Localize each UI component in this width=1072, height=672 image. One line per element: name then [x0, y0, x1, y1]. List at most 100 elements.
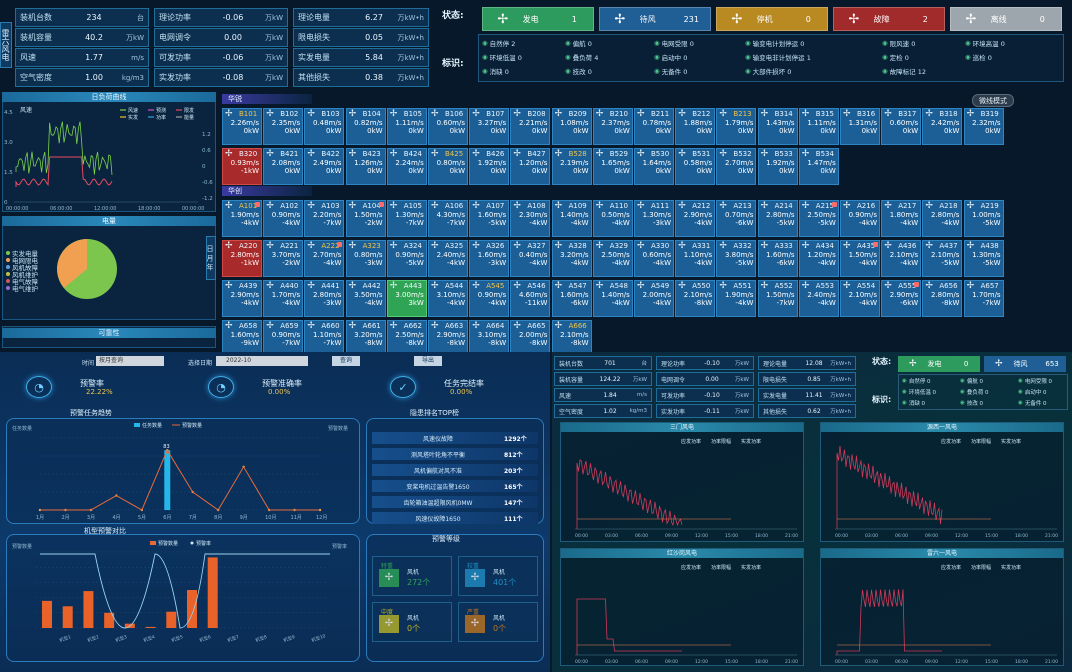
- top-item[interactable]: 风速仪故障 1292个: [372, 432, 538, 444]
- turbine-cell[interactable]: ✢ A332 3.80m/s -5kW: [716, 240, 757, 277]
- turbine-cell[interactable]: ✢ A216 0.90m/s -4kW: [840, 200, 880, 237]
- turbine-cell[interactable]: ✢ A220 2.80m/s -1kW: [222, 240, 262, 277]
- status-box[interactable]: ✢ 待风 231: [599, 7, 711, 31]
- turbine-cell[interactable]: ✢ B101 2.26m/s 0kW: [222, 108, 262, 145]
- turbine-cell[interactable]: ✢ A104 1.50m/s -2kW: [345, 200, 386, 237]
- turbine-cell[interactable]: ✢ A327 0.40m/s -4kW: [510, 240, 551, 277]
- turbine-cell[interactable]: ✢ A221 3.70m/s -2kW: [263, 240, 304, 277]
- turbine-cell[interactable]: ✢ B530 1.64m/s 0kW: [634, 148, 674, 185]
- turbine-cell[interactable]: ✢ A551 1.90m/s -4kW: [716, 280, 757, 317]
- turbine-cell[interactable]: ✢ A111 1.30m/s -3kW: [634, 200, 674, 237]
- status-box[interactable]: ✢ 故障 2: [833, 7, 945, 31]
- turbine-cell[interactable]: ✢ B315 1.11m/s 0kW: [798, 108, 839, 145]
- turbine-cell[interactable]: ✢ B427 1.20m/s 0kW: [510, 148, 551, 185]
- turbine-cell[interactable]: ✢ A442 3.50m/s -4kW: [345, 280, 386, 317]
- top-item[interactable]: 齿轮箱油温超限风机0MW 147个: [372, 496, 538, 508]
- level-card[interactable]: 中度 ✢ 风机 0个: [372, 602, 452, 642]
- turbine-cell[interactable]: ✢ A325 2.40m/s -4kW: [428, 240, 468, 277]
- turbine-cell[interactable]: ✢ A549 2.00m/s -4kW: [634, 280, 674, 317]
- turbine-cell[interactable]: ✢ B534 1.47m/s 0kW: [798, 148, 839, 185]
- turbine-cell[interactable]: ✢ B426 1.92m/s 0kW: [469, 148, 510, 185]
- turbine-cell[interactable]: ✢ B528 2.19m/s 0kW: [551, 148, 592, 185]
- turbine-cell[interactable]: ✢ A326 1.60m/s -3kW: [469, 240, 510, 277]
- status-box[interactable]: ✢ 待风 653: [984, 356, 1066, 372]
- turbine-cell[interactable]: ✢ B102 2.35m/s 0kW: [263, 108, 304, 145]
- status-box[interactable]: ✢ 发电 0: [898, 356, 980, 372]
- turbine-cell[interactable]: ✢ B421 2.08m/s 0kW: [263, 148, 304, 185]
- turbine-cell[interactable]: ✢ A438 1.30m/s -5kW: [963, 240, 1004, 277]
- turbine-cell[interactable]: ✢ B103 0.48m/s 0kW: [304, 108, 345, 145]
- turbine-cell[interactable]: ✢ B423 1.26m/s 0kW: [345, 148, 386, 185]
- turbine-cell[interactable]: ✢ A328 3.20m/s -4kW: [551, 240, 592, 277]
- turbine-cell[interactable]: ✢ B531 0.58m/s 0kW: [675, 148, 716, 185]
- level-card[interactable]: 较重 ✢ 风机 401个: [458, 556, 538, 596]
- turbine-cell[interactable]: ✢ B319 2.32m/s 0kW: [963, 108, 1004, 145]
- turbine-cell[interactable]: ✢ A544 3.10m/s -4kW: [428, 280, 468, 317]
- turbine-cell[interactable]: ✢ A333 1.60m/s -6kW: [757, 240, 798, 277]
- turbine-cell[interactable]: ✢ B425 0.80m/s 0kW: [428, 148, 468, 185]
- turbine-cell[interactable]: ✢ A437 2.10m/s -5kW: [922, 240, 963, 277]
- turbine-cell[interactable]: ✢ A547 1.60m/s -6kW: [551, 280, 592, 317]
- turbine-cell[interactable]: ✢ A656 2.80m/s -8kW: [922, 280, 963, 317]
- turbine-cell[interactable]: ✢ B213 1.79m/s 0kW: [716, 108, 757, 145]
- turbine-cell[interactable]: ✢ B210 2.37m/s 0kW: [592, 108, 633, 145]
- turbine-cell[interactable]: ✢ A440 1.70m/s -4kW: [263, 280, 304, 317]
- turbine-cell[interactable]: ✢ B105 1.11m/s 0kW: [386, 108, 427, 145]
- turbine-cell[interactable]: ✢ B533 1.92m/s 0kW: [757, 148, 798, 185]
- turbine-cell[interactable]: ✢ B529 1.65m/s 0kW: [592, 148, 633, 185]
- turbine-cell[interactable]: ✢ A553 2.40m/s -4kW: [798, 280, 839, 317]
- turbine-cell[interactable]: ✢ A443 3.00m/s 3kW: [386, 280, 427, 317]
- turbine-cell[interactable]: ✢ A550 2.10m/s -8kW: [675, 280, 716, 317]
- turbine-cell[interactable]: ✢ A103 2.20m/s -7kW: [304, 200, 345, 237]
- turbine-cell[interactable]: ✢ B211 0.78m/s 0kW: [634, 108, 674, 145]
- level-card[interactable]: 严重 ✢ 风机 0个: [458, 602, 538, 642]
- turbine-cell[interactable]: ✢ B532 2.70m/s 0kW: [716, 148, 757, 185]
- turbine-cell[interactable]: ✢ A212 2.90m/s -4kW: [675, 200, 716, 237]
- turbine-cell[interactable]: ✢ A102 0.90m/s -4kW: [263, 200, 304, 237]
- turbine-cell[interactable]: ✢ B317 0.60m/s 0kW: [881, 108, 922, 145]
- turbine-cell[interactable]: ✢ A434 1.20m/s -4kW: [798, 240, 839, 277]
- turbine-cell[interactable]: ✢ A106 4.30m/s -7kW: [428, 200, 468, 237]
- turbine-cell[interactable]: ✢ A108 2.30m/s -4kW: [510, 200, 551, 237]
- turbine-cell[interactable]: ✢ A105 1.30m/s -7kW: [386, 200, 427, 237]
- turbine-cell[interactable]: ✢ A222 2.70m/s -4kW: [304, 240, 345, 277]
- turbine-cell[interactable]: ✢ A219 1.00m/s -5kW: [963, 200, 1004, 237]
- turbine-cell[interactable]: ✢ A214 2.80m/s -5kW: [757, 200, 798, 237]
- top-item[interactable]: 测风塔叶轮角不平衡 812个: [372, 448, 538, 460]
- turbine-cell[interactable]: ✢ A548 1.40m/s -4kW: [592, 280, 633, 317]
- turbine-cell[interactable]: ✢ B422 2.49m/s 0kW: [304, 148, 345, 185]
- turbine-cell[interactable]: ✢ B212 1.88m/s 0kW: [675, 108, 716, 145]
- status-box[interactable]: ✢ 停机 0: [716, 7, 828, 31]
- turbine-cell[interactable]: ✢ B424 2.24m/s 0kW: [386, 148, 427, 185]
- turbine-cell[interactable]: ✢ B318 2.42m/s 0kW: [922, 108, 963, 145]
- turbine-cell[interactable]: ✢ A101 1.90m/s -4kW: [222, 200, 262, 237]
- turbine-cell[interactable]: ✢ B106 0.60m/s 0kW: [428, 108, 468, 145]
- turbine-cell[interactable]: ✢ A215 2.50m/s -5kW: [798, 200, 839, 237]
- turbine-cell[interactable]: ✢ A331 1.10m/s -4kW: [675, 240, 716, 277]
- export-button[interactable]: 导出: [414, 356, 442, 366]
- turbine-cell[interactable]: ✢ A109 1.40m/s -4kW: [551, 200, 592, 237]
- turbine-cell[interactable]: ✢ B209 1.08m/s 0kW: [551, 108, 592, 145]
- turbine-cell[interactable]: ✢ A545 0.90m/s -4kW: [469, 280, 510, 317]
- turbine-cell[interactable]: ✢ A436 2.10m/s -4kW: [881, 240, 922, 277]
- turbine-cell[interactable]: ✢ A435 1.50m/s -4kW: [840, 240, 880, 277]
- status-box[interactable]: ✢ 离线 0: [950, 7, 1062, 31]
- turbine-cell[interactable]: ✢ A107 1.60m/s -5kW: [469, 200, 510, 237]
- query-button[interactable]: 查询: [332, 356, 360, 366]
- turbine-cell[interactable]: ✢ B316 1.31m/s 0kW: [840, 108, 880, 145]
- period-select[interactable]: 按月查询: [96, 356, 164, 366]
- turbine-cell[interactable]: ✢ A329 2.50m/s -4kW: [592, 240, 633, 277]
- period-toggle[interactable]: 日 月 年: [206, 236, 216, 280]
- top-item[interactable]: 变桨电机过温告警1650 165个: [372, 480, 538, 492]
- turbine-cell[interactable]: ✢ A110 0.50m/s -4kW: [592, 200, 633, 237]
- turbine-cell[interactable]: ✢ A439 2.90m/s -4kW: [222, 280, 262, 317]
- turbine-cell[interactable]: ✢ A324 0.90m/s -5kW: [386, 240, 427, 277]
- turbine-cell[interactable]: ✢ A218 2.80m/s -4kW: [922, 200, 963, 237]
- turbine-cell[interactable]: ✢ A657 1.70m/s -7kW: [963, 280, 1004, 317]
- status-box[interactable]: ✢ 发电 1: [482, 7, 594, 31]
- side-tab[interactable]: 雷六风电: [0, 22, 12, 68]
- turbine-cell[interactable]: ✢ A554 2.10m/s -4kW: [840, 280, 880, 317]
- top-item[interactable]: 风机偏航对风不准 203个: [372, 464, 538, 476]
- mode-button[interactable]: 微线模式: [972, 94, 1014, 107]
- turbine-cell[interactable]: ✢ A546 4.60m/s -11kW: [510, 280, 551, 317]
